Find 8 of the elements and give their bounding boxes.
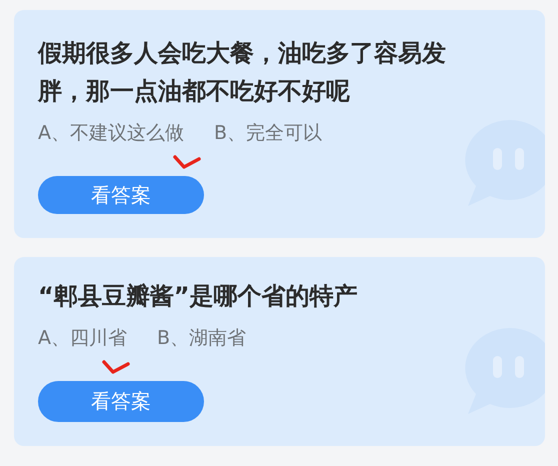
question-text: 假期很多人会吃大餐，油吃多了容易发胖，那一点油都不吃好不好呢 (38, 38, 447, 107)
view-answer-button[interactable]: 看答案 (38, 176, 204, 214)
answer-option: A、不建议这么做 (38, 120, 184, 146)
answer-option: B、完全可以 (214, 120, 322, 146)
question-text: “郫县豆瓣酱”是哪个省的特产 (38, 281, 359, 312)
view-answer-button[interactable]: 看答案 (38, 381, 204, 422)
answer-option: A、四川省 (38, 325, 127, 351)
answer-option: B、湖南省 (157, 325, 246, 351)
